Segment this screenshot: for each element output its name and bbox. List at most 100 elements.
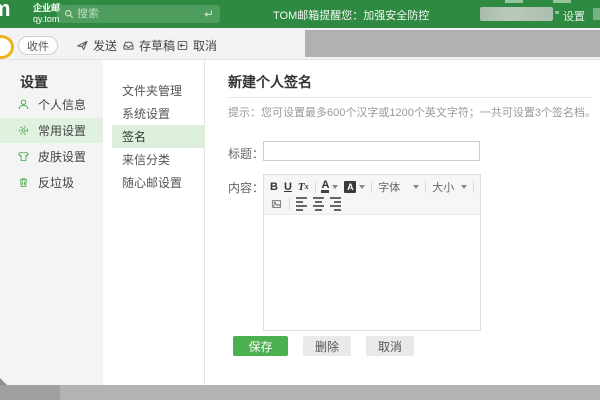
editor-content[interactable]	[264, 215, 480, 330]
bottom-strip-left	[0, 385, 60, 400]
send-label: 发送	[93, 39, 118, 53]
signature-title-input[interactable]	[263, 141, 480, 161]
toolbar-separator	[473, 180, 475, 193]
submenu-item-mail-classification[interactable]: 来信分类	[112, 148, 205, 171]
toolbar-separator	[314, 180, 316, 193]
delete-button[interactable]: 删除	[303, 336, 351, 356]
content-field-label: 内容：	[228, 181, 265, 195]
sidebar-title: 设置	[20, 74, 48, 90]
clear-format-t: T	[297, 180, 305, 193]
sidebar-item-personal-info[interactable]: 个人信息	[0, 92, 103, 117]
chevron-down-icon	[413, 184, 420, 189]
security-notice: TOM邮箱提醒您：加强安全防控	[273, 10, 430, 22]
submenu-item-system-settings[interactable]: 系统设置	[112, 102, 205, 125]
gear-icon	[19, 126, 28, 135]
page-title: 新建个人签名	[228, 74, 312, 90]
search-box[interactable]	[57, 5, 220, 23]
search-input[interactable]	[75, 7, 202, 21]
align-center-button[interactable]	[313, 196, 324, 211]
trash-icon	[19, 178, 28, 188]
title-field-label: 标题：	[228, 147, 265, 161]
topbar-settings-link[interactable]: 设置	[563, 8, 585, 24]
redacted-fragment	[553, 0, 571, 3]
search-icon	[65, 10, 74, 19]
user-icon	[18, 99, 29, 110]
account-info-redacted[interactable]	[480, 7, 553, 21]
sidebar-item-label: 个人信息	[38, 98, 87, 112]
bold-button[interactable]: B	[270, 181, 278, 193]
save-button[interactable]: 保存	[233, 336, 288, 356]
cancel-compose-button[interactable]: 取消	[176, 37, 217, 54]
toolbar-separator	[425, 180, 427, 193]
tom-logo-letter: m	[0, 2, 11, 21]
font-color-button[interactable]: A	[321, 179, 339, 193]
corner-notch	[0, 378, 7, 385]
cancel-button[interactable]: 取消	[366, 336, 414, 356]
submenu-item-label: 随心邮设置	[122, 176, 183, 190]
bg-color-button[interactable]: A	[344, 180, 366, 193]
font-family-select[interactable]: 字体	[378, 179, 420, 195]
redacted-fragment	[505, 0, 523, 3]
align-left-button[interactable]	[296, 196, 307, 211]
enter-icon[interactable]	[202, 8, 214, 20]
submenu-item-folder-management[interactable]: 文件夹管理	[112, 79, 205, 102]
receive-mail-label: 收件	[27, 40, 49, 53]
save-draft-button[interactable]: 存草稿	[122, 37, 175, 54]
settings-sidebar: 设置 个人信息 常用设置 皮肤设置 反垃圾	[0, 60, 103, 385]
sidebar-item-skin-settings[interactable]: 皮肤设置	[0, 144, 103, 169]
toolbar-separator	[371, 180, 373, 193]
sidebar-item-antispam[interactable]: 反垃圾	[0, 170, 103, 195]
align-right-button[interactable]	[330, 196, 341, 211]
sidebar-item-label: 反垃圾	[38, 176, 75, 190]
back-arrow-box-icon	[177, 40, 188, 51]
submenu-item-label: 签名	[122, 130, 147, 144]
mail-toolbar: 收件 发送 存草稿 取消	[0, 28, 600, 60]
brand-line1: 企业邮	[33, 3, 61, 13]
tom-logo-icon: m	[0, 2, 13, 26]
bottom-strip-right	[60, 385, 600, 400]
hint-text: 提示：您可设置最多600个汉字或1200个英文字符；一共可设置3个签名档。	[228, 107, 596, 119]
paper-plane-icon	[77, 40, 88, 51]
chevron-down-icon	[461, 184, 468, 189]
submenu-item-label: 来信分类	[122, 153, 171, 167]
top-bar: m 企业邮 qy.tom TOM邮箱提醒您：加强安全防控 设置	[0, 0, 600, 28]
send-button[interactable]: 发送	[76, 37, 117, 54]
title-divider	[228, 97, 592, 98]
underline-button[interactable]: U	[284, 181, 292, 193]
clear-format-button[interactable]: Tx	[298, 181, 309, 193]
font-size-label: 大小	[432, 181, 455, 194]
submenu-item-signature[interactable]: 签名	[112, 125, 205, 148]
brand-name: 企业邮 qy.tom	[33, 3, 60, 25]
submenu-item-suixin-mail[interactable]: 随心邮设置	[112, 171, 205, 194]
font-family-label: 字体	[378, 181, 401, 194]
bg-color-a: A	[344, 180, 357, 193]
draft-inbox-icon	[123, 41, 134, 50]
app-window: m 企业邮 qy.tom TOM邮箱提醒您：加强安全防控 设置 收件 发送	[0, 0, 600, 400]
save-draft-label: 存草稿	[139, 39, 176, 53]
submenu-item-label: 系统设置	[122, 107, 171, 121]
topbar-truncated-item	[593, 8, 600, 20]
sidebar-item-label: 皮肤设置	[38, 150, 87, 164]
signature-panel: 新建个人签名 提示：您可设置最多600个汉字或1200个英文字符；一共可设置3个…	[205, 60, 600, 385]
sidebar-item-label: 常用设置	[38, 124, 87, 138]
topbar-separator	[555, 11, 559, 14]
submenu-item-label: 文件夹管理	[122, 84, 183, 98]
settings-submenu: 文件夹管理 系统设置 签名 来信分类 随心邮设置	[103, 60, 205, 385]
image-icon	[271, 199, 282, 208]
editor-toolbar: B U Tx A A 字体 大小	[264, 175, 480, 215]
rich-text-editor: B U Tx A A 字体 大小	[263, 174, 481, 331]
brand-line2: qy.tom	[33, 14, 60, 24]
font-color-a: A	[321, 179, 330, 193]
insert-image-button[interactable]	[270, 198, 283, 210]
avatar-partial-icon[interactable]	[0, 35, 14, 59]
cancel-compose-label: 取消	[193, 39, 218, 53]
toolbar-redacted-area	[305, 30, 600, 57]
sidebar-item-common-settings[interactable]: 常用设置	[0, 118, 103, 143]
clear-format-x: x	[304, 182, 309, 191]
chevron-down-icon	[359, 184, 366, 189]
chevron-down-icon	[332, 184, 339, 189]
receive-mail-button[interactable]: 收件	[18, 36, 58, 55]
toolbar-separator	[289, 197, 290, 210]
font-size-select[interactable]: 大小	[432, 179, 468, 195]
tshirt-icon	[18, 151, 29, 162]
